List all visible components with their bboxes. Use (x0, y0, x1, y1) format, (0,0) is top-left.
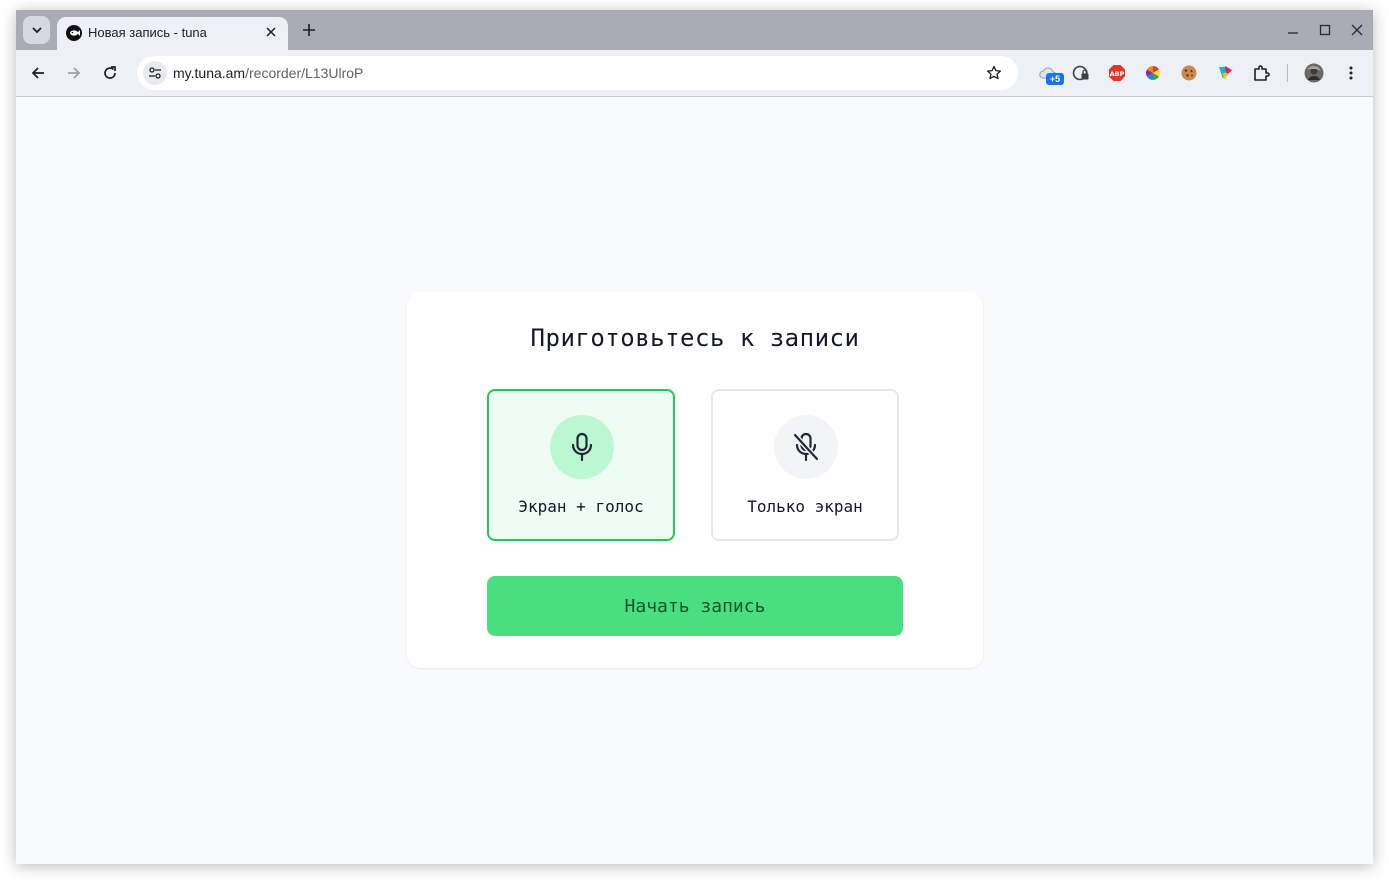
option-screen-only[interactable]: Только экран (711, 389, 899, 541)
maximize-button[interactable] (1315, 20, 1335, 40)
url-domain: my.tuna.am (173, 65, 246, 81)
browser-toolbar: my.tuna.am/recorder/L13UlroP +5 ABP (16, 50, 1373, 97)
new-tab-button[interactable] (298, 19, 320, 41)
page-viewport: Приготовьтесь к записи Экран + голос Тол… (16, 97, 1373, 864)
microphone-icon (550, 415, 614, 479)
puzzle-extensions-icon[interactable] (1251, 63, 1271, 83)
reload-icon (104, 66, 116, 79)
url-path: /recorder/L13UlroP (245, 65, 364, 81)
address-bar[interactable]: my.tuna.am/recorder/L13UlroP (137, 56, 1018, 90)
close-icon (1351, 24, 1363, 36)
bookmark-star-button[interactable] (984, 63, 1004, 83)
back-button[interactable] (26, 61, 50, 85)
tab-strip: Новая запись - tuna (16, 10, 1373, 50)
toolbar-separator (1287, 64, 1288, 82)
tune-icon (149, 67, 161, 79)
browser-menu-button[interactable] (1339, 61, 1363, 85)
colorful-ext-icon[interactable] (1215, 63, 1235, 83)
more-vert-icon (1349, 66, 1353, 80)
color-wheel-ext-icon[interactable] (1143, 63, 1163, 83)
abp-ext-icon[interactable]: ABP (1107, 63, 1127, 83)
recorder-card: Приготовьтесь к записи Экран + голос Тол… (407, 292, 983, 668)
option-screen-voice[interactable]: Экран + голос (487, 389, 675, 541)
maximize-icon (1319, 24, 1331, 36)
extension-badge: +5 (1046, 73, 1064, 85)
lock-ext-icon[interactable] (1071, 63, 1091, 83)
tuna-fish-icon (66, 25, 82, 41)
url-text: my.tuna.am/recorder/L13UlroP (173, 65, 363, 81)
arrow-right-icon (68, 67, 81, 79)
tab-title: Новая запись - tuna (88, 25, 207, 40)
microphone-off-icon (774, 415, 838, 479)
option-label: Только экран (747, 497, 863, 516)
active-tab[interactable]: Новая запись - tuna (57, 17, 288, 50)
option-label: Экран + голос (518, 497, 644, 516)
chevron-down-icon (31, 27, 42, 34)
page-title: Приготовьтесь к записи (530, 324, 860, 352)
tab-close-button[interactable] (262, 23, 280, 41)
profile-avatar[interactable] (1304, 63, 1324, 83)
plus-icon (303, 24, 315, 36)
tab-search-button[interactable] (23, 16, 50, 44)
minimize-icon (1288, 32, 1298, 34)
start-recording-button[interactable]: Начать запись (487, 576, 903, 636)
close-window-button[interactable] (1347, 20, 1367, 40)
cookie-ext-icon[interactable] (1179, 63, 1199, 83)
star-icon (986, 65, 1002, 80)
forward-button[interactable] (62, 61, 86, 85)
site-info-button[interactable] (143, 61, 167, 85)
browser-window: Новая запись - tuna my.tuna.am/recorder/… (16, 10, 1373, 864)
reload-button[interactable] (98, 61, 122, 85)
arrow-left-icon (31, 67, 44, 79)
close-icon (266, 27, 276, 37)
minimize-button[interactable] (1283, 20, 1303, 40)
svg-text:ABP: ABP (1110, 70, 1125, 78)
cloud-ext-icon[interactable]: +5 (1038, 63, 1064, 85)
